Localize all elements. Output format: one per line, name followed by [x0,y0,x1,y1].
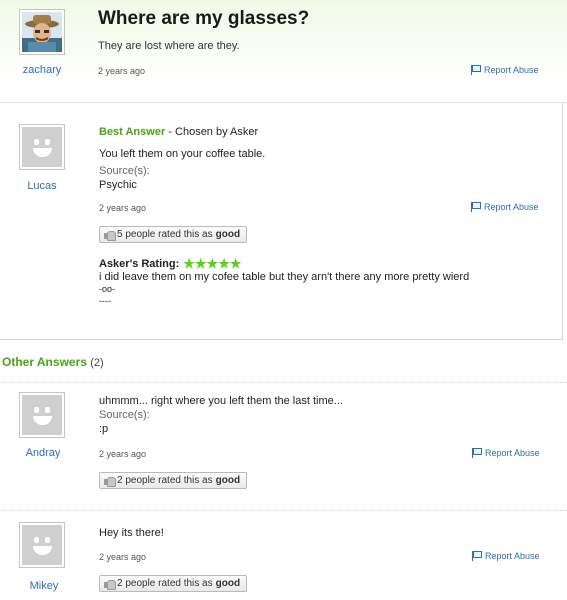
default-avatar-icon [22,127,62,167]
asker-rating: Asker's Rating: ★★★★★ [99,256,242,272]
question-title: Where are my glasses? [98,8,310,29]
asker-username[interactable]: zachary [12,64,72,76]
cowboy-avatar-icon [22,12,62,52]
chosen-by-asker-label: - Chosen by Asker [165,126,259,138]
thumbs-up-icon [104,476,116,487]
asker-avatar[interactable] [19,9,65,55]
flag-icon [472,551,482,561]
source-label: Source(s): [99,409,150,421]
question-body: They are lost where are they. [98,40,240,52]
rated-text: 2 people rated this as [117,578,213,589]
divider [0,382,567,383]
best-answer-rate-good-button[interactable]: 5 people rated this as good [99,226,248,243]
best-answer-timestamp: 2 years ago [99,203,147,213]
default-avatar-icon [22,525,62,565]
asker-comment-line-2: -oo- [99,284,116,294]
answerer-avatar[interactable] [19,124,65,170]
other-answers-count: (2) [90,357,104,369]
rated-good-word: good [215,578,241,589]
best-answer-report-abuse-link[interactable]: Report Abuse [471,202,539,212]
default-avatar-icon [22,395,62,435]
report-abuse-label: Report Abuse [484,202,539,212]
thumbs-up-icon [104,579,116,590]
asker-comment-line-1: i did leave them on my cofee table but t… [99,271,470,283]
report-abuse-label: Report Abuse [485,448,540,458]
answer-avatar[interactable] [19,392,65,438]
divider [0,510,567,511]
answer-report-abuse-link[interactable]: Report Abuse [472,551,540,561]
answer-timestamp: 2 years ago [99,449,147,459]
other-answers-label: Other Answers [2,355,87,369]
report-abuse-label: Report Abuse [485,551,540,561]
rated-good-word: good [215,475,241,486]
best-answer-label: Best Answer [99,126,166,138]
answer-avatar[interactable] [19,522,65,568]
flag-icon [471,202,481,212]
answer-username[interactable]: Mikey [14,580,74,592]
answer-rate-good-button[interactable]: 2 people rated this as good [99,472,248,489]
best-answer-block [0,103,563,340]
other-answers-heading: Other Answers (2) [2,355,104,369]
flag-icon [472,448,482,458]
rated-good-word: good [215,229,241,240]
best-answer-text: You left them on your coffee table. [99,148,266,160]
answer-timestamp: 2 years ago [99,552,147,562]
answer-report-abuse-link[interactable]: Report Abuse [472,448,540,458]
answer-text: Hey its there! [99,527,164,539]
question-report-abuse-link[interactable]: Report Abuse [471,65,539,75]
star-rating-icon: ★★★★★ [183,256,242,271]
asker-rating-label: Asker's Rating: [99,258,180,270]
best-answer-heading: Best Answer - Chosen by Asker [99,126,258,138]
report-abuse-label: Report Abuse [484,65,539,75]
answerer-username[interactable]: Lucas [12,180,72,192]
source-label: Source(s): [99,165,150,177]
answer-rate-good-button[interactable]: 2 people rated this as good [99,575,248,592]
rated-text: 2 people rated this as [117,475,213,486]
thumbs-up-icon [104,230,116,241]
answer-text: uhmmm... right where you left them the l… [99,395,343,407]
flag-icon [471,65,481,75]
asker-comment-line-3: ---- [99,296,111,306]
rated-text: 5 people rated this as [117,229,213,240]
answer-username[interactable]: Andray [13,447,73,459]
source-value: :p [99,423,109,435]
source-value: Psychic [99,179,137,191]
question-timestamp: 2 years ago [98,66,146,76]
